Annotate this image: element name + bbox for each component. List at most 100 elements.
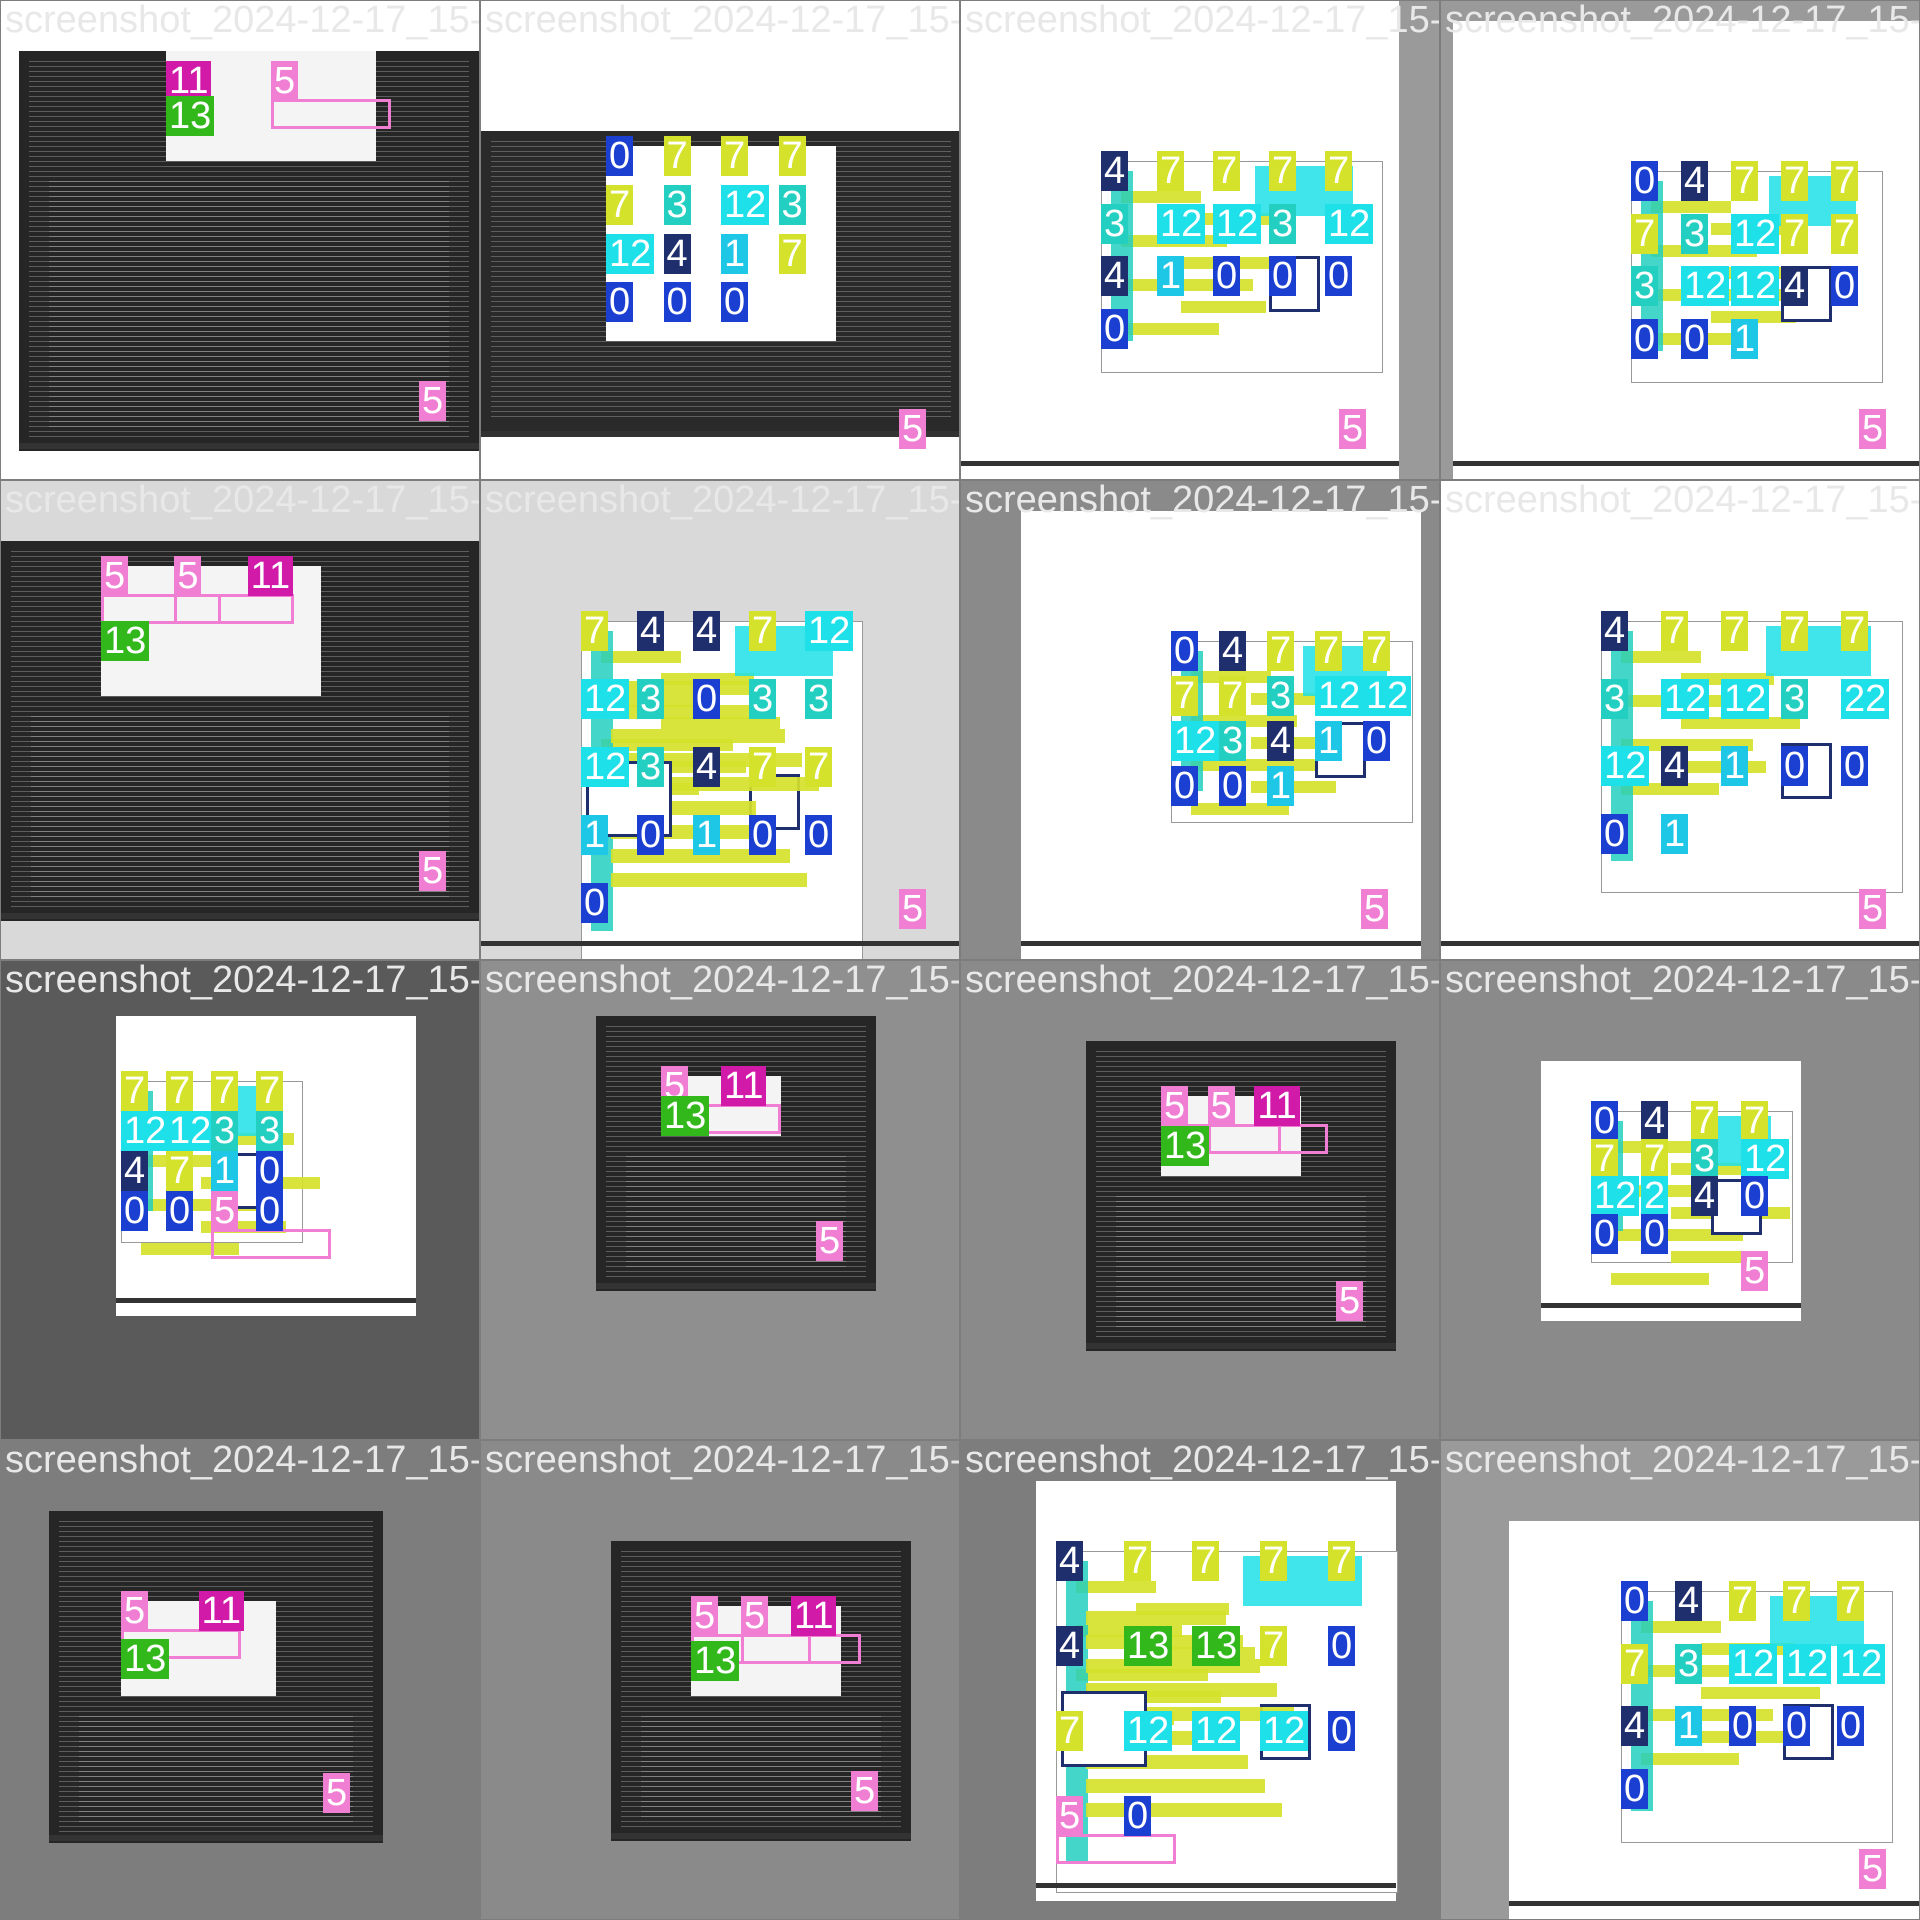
class-label: 1 <box>1267 766 1295 806</box>
class-label: 7 <box>1363 631 1391 671</box>
class-label: 0 <box>1591 1101 1619 1141</box>
class-label: 5 <box>121 1591 149 1631</box>
class-label: 11 <box>198 1591 244 1631</box>
class-label: 4 <box>1621 1706 1649 1746</box>
class-label: 0 <box>1641 1213 1669 1254</box>
text-line <box>1181 301 1266 313</box>
class-label: 0 <box>721 282 749 323</box>
tile-caption: screenshot_2024-12-17_15-47-00.png <box>485 1441 959 1481</box>
class-label: 4 <box>693 747 721 787</box>
class-label: 7 <box>1267 631 1295 671</box>
mosaic-tile: 7 4 4 7 12 12 3 0 3 3 12 3 4 7 7 1 0 1 0 0 0 5 screenshot_2024… <box>481 481 959 959</box>
class-label: 12 <box>1741 1138 1790 1179</box>
class-label: 7 <box>1781 611 1809 651</box>
class-label: 5 <box>419 381 447 421</box>
class-label: 7 <box>1721 611 1749 651</box>
class-label: 7 <box>1192 1541 1220 1581</box>
class-label: 3 <box>1601 678 1629 719</box>
annotation-box <box>271 99 391 129</box>
class-label: 12 <box>1731 266 1780 306</box>
class-label: 7 <box>1056 1711 1084 1751</box>
class-label: 7 <box>1831 213 1859 254</box>
class-label: 0 <box>805 815 833 855</box>
class-label: 5 <box>271 61 299 101</box>
class-label: 13 <box>1161 1126 1210 1166</box>
class-label: 3 <box>1269 203 1297 244</box>
text-line <box>1121 191 1201 203</box>
class-label: 12 <box>1837 1643 1886 1684</box>
annotation-box <box>174 594 295 624</box>
class-label: 0 <box>1269 256 1297 296</box>
class-label: 4 <box>1101 151 1129 191</box>
class-label: 22 <box>1841 678 1890 719</box>
taskbar <box>116 1298 416 1303</box>
code-editor <box>1116 1196 1366 1331</box>
class-label: 1 <box>211 1151 239 1191</box>
class-label: 5 <box>419 851 447 891</box>
class-label: 4 <box>1056 1626 1084 1666</box>
taskbar <box>1509 1901 1919 1906</box>
taskbar <box>1 913 479 919</box>
question-line <box>611 705 768 719</box>
class-label: 7 <box>1213 151 1241 191</box>
mosaic-tile: 0 4 7 7 7 7 3 12 12 2 4 0 0 0 5 screenshot_2024-12-17_1… <box>1441 961 1919 1439</box>
mosaic-tile: 5 5 11 13 5 screenshot_2024-12-17_15-47-46.pn… <box>1 481 479 959</box>
class-label: 4 <box>1661 746 1689 786</box>
class-label: 7 <box>1691 1101 1719 1141</box>
class-label: 12 <box>1213 203 1262 244</box>
class-label: 4 <box>693 611 721 651</box>
class-label: 3 <box>749 679 777 719</box>
class-label: 13 <box>166 96 215 136</box>
class-label: 0 <box>749 815 777 855</box>
mosaic-tile: 0 4 7 7 7 7 7 3 12 12 12 3 4 1 0 0 0 1 5 screenshot_2024-12… <box>961 481 1439 959</box>
class-label: 7 <box>1325 151 1353 191</box>
question-line <box>611 873 807 887</box>
mosaic-tile: 0 4 7 7 7 7 3 12 7 7 3 12 12 4 0 0 0 1 5 screenshot_2024-12… <box>1441 1 1919 479</box>
class-label: 1 <box>1731 318 1759 359</box>
class-label: 5 <box>211 1191 239 1231</box>
class-label: 4 <box>1675 1581 1703 1621</box>
code-editor <box>49 181 449 431</box>
class-label: 5 <box>323 1773 351 1813</box>
class-label: 0 <box>1363 721 1391 761</box>
mosaic-tile: 5 11 13 5 screenshot_2024-12-17_15-46-59.png <box>1 1441 479 1919</box>
class-label: 12 <box>1260 1711 1309 1751</box>
class-label: 5 <box>741 1596 769 1636</box>
mosaic-tile: 511135screenshot_2024-12-17_15-47-24.png <box>481 961 959 1439</box>
tile-caption: screenshot_2024-12-17_15-47-09.png <box>1445 961 1919 1001</box>
class-label: 1 <box>721 233 749 274</box>
taskbar <box>596 1283 876 1289</box>
class-label: 0 <box>256 1191 284 1231</box>
class-label: 12 <box>1315 676 1364 716</box>
class-label: 5 <box>1339 409 1367 449</box>
class-label: 12 <box>1731 213 1780 254</box>
question-line <box>1086 1779 1265 1793</box>
class-label: 4 <box>1101 256 1129 296</box>
class-label: 3 <box>1101 203 1129 244</box>
class-label: 7 <box>663 136 691 176</box>
mosaic-tile: 4 7 7 7 7 3 12 12 3 22 12 4 1 0 0 0 1 5 screenshot_2024-12… <box>1441 481 1919 959</box>
class-label: 7 <box>1661 611 1689 651</box>
class-label: 7 <box>1631 213 1659 254</box>
text-line <box>601 651 681 663</box>
class-label: 1 <box>693 815 721 855</box>
class-label: 7 <box>1171 676 1199 716</box>
text-line <box>1611 1273 1709 1285</box>
class-label: 7 <box>1328 1541 1356 1581</box>
mosaic-tile: 115135screenshot_2024-12-17_15-47-40.png <box>1 1 479 479</box>
question-line <box>611 681 751 695</box>
class-label: 13 <box>691 1641 740 1681</box>
text-line <box>1641 1621 1721 1633</box>
class-label: 5 <box>1336 1281 1364 1321</box>
class-label: 5 <box>899 889 927 929</box>
class-label: 5 <box>816 1221 844 1261</box>
class-label: 4 <box>1691 1176 1719 1216</box>
class-label: 3 <box>1267 676 1295 716</box>
class-label: 13 <box>101 621 150 661</box>
class-label: 0 <box>606 282 634 323</box>
taskbar <box>1021 941 1421 946</box>
class-label: 0 <box>1831 266 1859 306</box>
class-label: 4 <box>1781 266 1809 306</box>
class-label: 3 <box>1681 213 1709 254</box>
class-label: 3 <box>1631 266 1659 306</box>
